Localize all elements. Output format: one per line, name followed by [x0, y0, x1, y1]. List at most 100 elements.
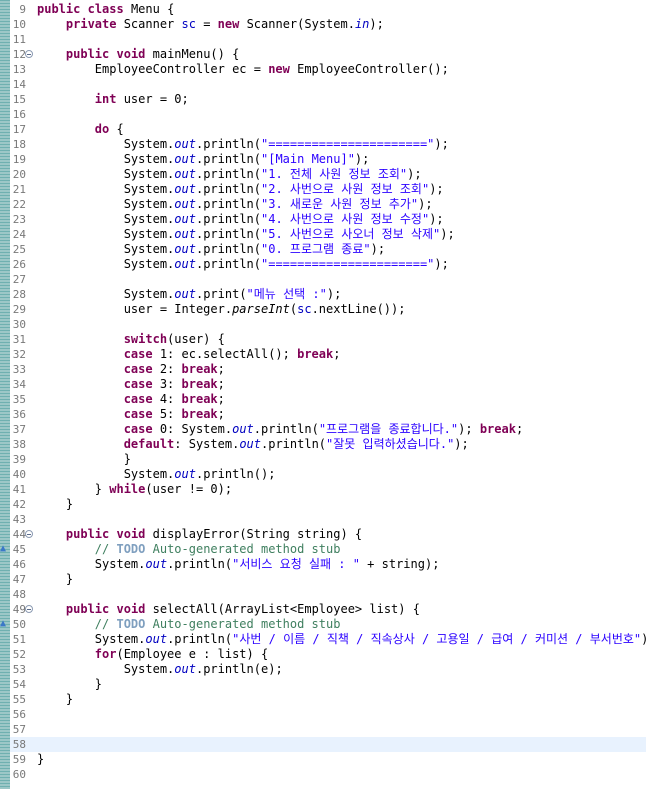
code-token-p — [37, 92, 95, 106]
code-line[interactable]: 56 — [0, 707, 646, 722]
code-line[interactable]: 55 } — [0, 692, 646, 707]
code-line[interactable]: 18 System.out.println("=================… — [0, 137, 646, 152]
code-line[interactable]: 41 } while(user != 0); — [0, 482, 646, 497]
code-line[interactable]: 28 System.out.print("메뉴 선택 :"); — [0, 287, 646, 302]
code-token-p: .println( — [167, 557, 233, 571]
code-line[interactable]: 38 default: System.out.println("잘못 입력하셨습… — [0, 437, 646, 452]
code-line[interactable]: 29 user = Integer.parseInt(sc.nextLine()… — [0, 302, 646, 317]
code-line[interactable]: 19 System.out.println("[Main Menu]"); — [0, 152, 646, 167]
code-line[interactable]: 60 — [0, 767, 646, 782]
code-line[interactable]: 17 do { — [0, 122, 646, 137]
code-token-p: (user != 0); — [145, 482, 233, 496]
code-text: System.out.println("4. 사번으로 사원 정보 수정"); — [37, 212, 444, 227]
code-line[interactable]: 30 — [0, 317, 646, 332]
code-line[interactable]: 54 } — [0, 677, 646, 692]
code-text: System.out.println("[Main Menu]"); — [37, 152, 370, 167]
code-line[interactable]: 10 private Scanner sc = new Scanner(Syst… — [0, 17, 646, 32]
code-line[interactable]: 53 System.out.println(e); — [0, 662, 646, 677]
code-text: switch(user) { — [37, 332, 225, 347]
code-line[interactable]: 23 System.out.println("4. 사번으로 사원 정보 수정"… — [0, 212, 646, 227]
code-line[interactable]: 43 — [0, 512, 646, 527]
code-token-static: out — [174, 287, 196, 301]
code-line[interactable]: 33 case 2: break; — [0, 362, 646, 377]
line-number: 53 — [12, 663, 26, 676]
code-line[interactable]: 16 — [0, 107, 646, 122]
code-line[interactable]: 45 ▲ // TODO Auto-generated method stub — [0, 542, 646, 557]
code-line[interactable]: 37 case 0: System.out.println("프로그램을 종료합… — [0, 422, 646, 437]
line-number: 36 — [12, 408, 26, 421]
override-marker-icon[interactable]: ▲ — [0, 619, 6, 629]
code-line[interactable]: 15 int user = 0; — [0, 92, 646, 107]
code-line[interactable]: 27 — [0, 272, 646, 287]
code-line[interactable]: 13 EmployeeController ec = new EmployeeC… — [0, 62, 646, 77]
code-line[interactable]: 42 } — [0, 497, 646, 512]
code-line[interactable]: 31 switch(user) { — [0, 332, 646, 347]
code-line[interactable]: 14 — [0, 77, 646, 92]
line-number: 48 — [12, 588, 26, 601]
code-line[interactable]: 57 — [0, 722, 646, 737]
code-line[interactable]: 52 for(Employee e : list) { — [0, 647, 646, 662]
code-line[interactable]: 58 — [0, 737, 646, 752]
code-text: case 3: break; — [37, 377, 225, 392]
code-line[interactable]: 48 — [0, 587, 646, 602]
code-line[interactable]: 25 System.out.println("0. 프로그램 종료"); — [0, 242, 646, 257]
code-token-static: out — [174, 167, 196, 181]
code-token-p: EmployeeController ec = — [37, 62, 269, 76]
code-line[interactable]: 32 case 1: ec.selectAll(); break; — [0, 347, 646, 362]
code-token-p: mainMenu() { — [145, 47, 240, 61]
code-token-str: "프로그램을 종료합니다." — [318, 422, 459, 436]
line-number: 52 — [12, 648, 26, 661]
line-number: 9 — [19, 3, 26, 16]
line-number: 29 — [12, 303, 26, 316]
code-line[interactable]: 59} — [0, 752, 646, 767]
code-token-kw: class — [87, 2, 124, 16]
code-token-p — [109, 527, 116, 541]
code-line[interactable]: 51 System.out.println("사번 / 이름 / 직책 / 직속… — [0, 632, 646, 647]
code-text: case 4: break; — [37, 392, 225, 407]
code-text: for(Employee e : list) { — [37, 647, 268, 662]
code-line[interactable]: 11 — [0, 32, 646, 47]
code-token-kw: case — [123, 422, 153, 436]
code-line[interactable]: 9 public class Menu { — [0, 2, 646, 17]
line-number: 42 — [12, 498, 26, 511]
collapse-fold-icon[interactable] — [25, 50, 33, 58]
line-number: 28 — [12, 288, 26, 301]
code-token-p: 2: — [152, 362, 182, 376]
code-token-static: out — [145, 632, 168, 646]
code-line[interactable]: 20 System.out.println("1. 전체 사원 정보 조회"); — [0, 167, 646, 182]
code-line[interactable]: 46 System.out.println("서비스 요청 실패 : " + s… — [0, 557, 646, 572]
line-number: 22 — [12, 198, 26, 211]
code-line[interactable]: 44 public void displayError(String strin… — [0, 527, 646, 542]
code-line[interactable]: 22 System.out.println("3. 새로운 사원 정보 추가")… — [0, 197, 646, 212]
code-line[interactable]: 40 System.out.println(); — [0, 467, 646, 482]
code-line[interactable]: 36 case 5: break; — [0, 407, 646, 422]
code-text: System.out.println("1. 전체 사원 정보 조회"); — [37, 167, 422, 182]
code-token-p: .println(); — [195, 467, 276, 481]
code-token-p: System. — [37, 227, 175, 241]
line-number: 17 — [12, 123, 26, 136]
collapse-fold-icon[interactable] — [25, 530, 33, 538]
code-token-str: "[Main Menu]" — [261, 152, 355, 166]
override-marker-icon[interactable]: ▲ — [0, 544, 6, 554]
code-line[interactable]: 21 System.out.println("2. 사번으로 사원 정보 조회"… — [0, 182, 646, 197]
code-token-p: } — [37, 482, 110, 496]
code-token-kw: case — [123, 377, 153, 391]
code-token-p: Scanner — [116, 17, 182, 31]
code-line[interactable]: 49 public void selectAll(ArrayList<Emplo… — [0, 602, 646, 617]
code-token-p: .println( — [261, 437, 327, 451]
code-text: case 5: break; — [37, 407, 225, 422]
line-number: 57 — [12, 723, 26, 736]
code-line[interactable]: 50 ▲ // TODO Auto-generated method stub — [0, 617, 646, 632]
code-line[interactable]: 12 public void mainMenu() { — [0, 47, 646, 62]
code-line[interactable]: 24 System.out.println("5. 사번으로 사오너 정보 삭제… — [0, 227, 646, 242]
collapse-fold-icon[interactable] — [25, 605, 33, 613]
code-line[interactable]: 26 System.out.println("=================… — [0, 257, 646, 272]
code-line[interactable]: 35 case 4: break; — [0, 392, 646, 407]
code-text: // TODO Auto-generated method stub — [37, 542, 341, 557]
code-line[interactable]: 34 case 3: break; — [0, 377, 646, 392]
code-token-p: ; — [515, 422, 524, 436]
code-line[interactable]: 47 } — [0, 572, 646, 587]
code-editor[interactable]: 9 public class Menu {10 private Scanner s… — [0, 0, 646, 789]
code-text: do { — [37, 122, 124, 137]
code-line[interactable]: 39 } — [0, 452, 646, 467]
